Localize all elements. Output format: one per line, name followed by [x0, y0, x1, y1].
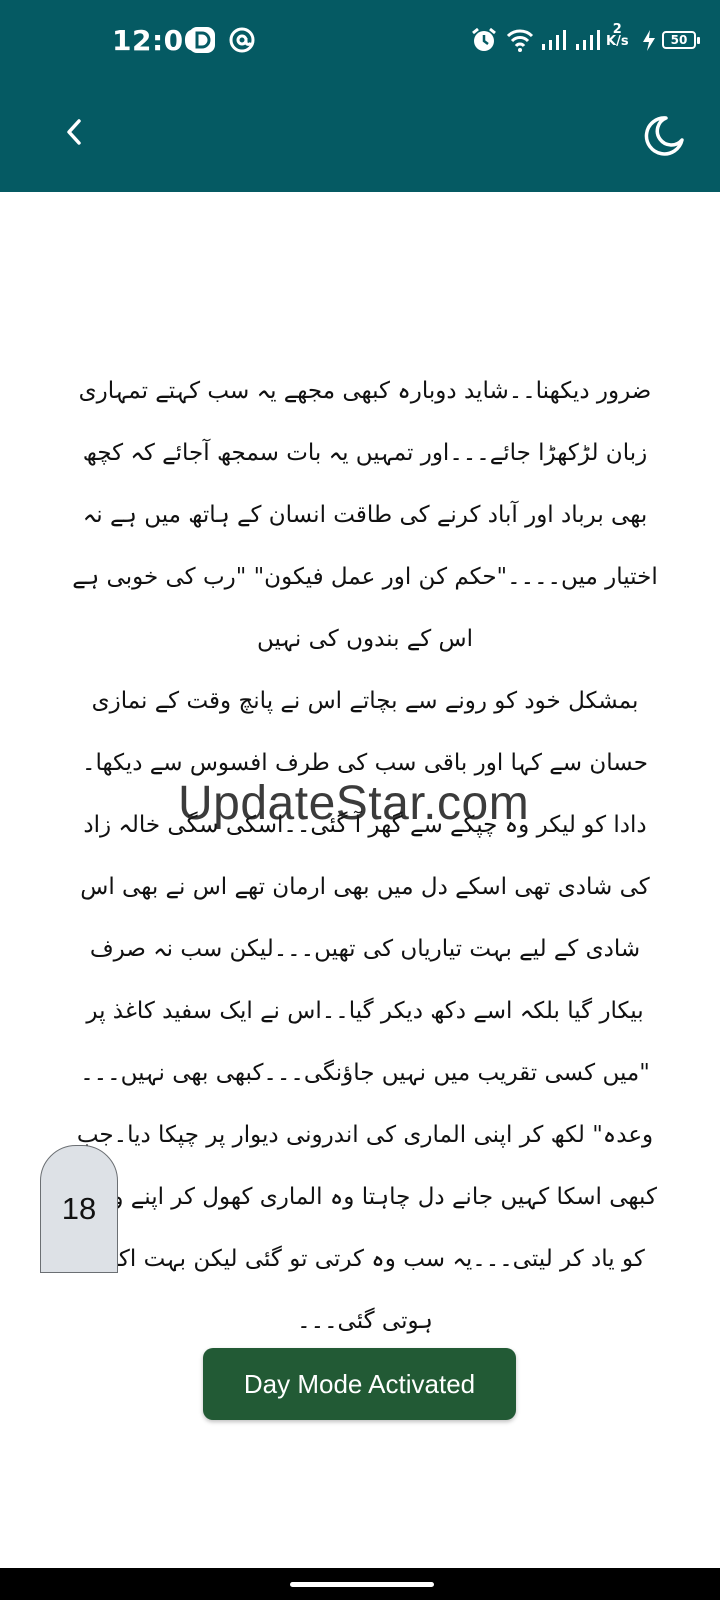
network-speed: 2 K/s: [606, 23, 629, 49]
toast-message: Day Mode Activated: [203, 1348, 516, 1420]
chapter-text: ضرور دیکھنا۔۔شاید دوبارہ کبھی مجھے یہ سب…: [70, 360, 660, 1352]
page-number-badge: 18: [40, 1145, 118, 1273]
signal-icon: [540, 26, 568, 54]
chevron-left-icon: [62, 116, 86, 152]
notification-d-icon: [188, 26, 216, 54]
signal-icon: [574, 26, 602, 54]
app-bar: [0, 82, 720, 192]
home-gesture-handle[interactable]: [290, 1582, 434, 1587]
moon-icon: [642, 114, 686, 162]
paragraph: دادا کو لیکر وہ چپکے سے گھر آ گئی۔۔اسکی …: [73, 812, 657, 1334]
paragraph: ضرور دیکھنا۔۔شاید دوبارہ کبھی مجھے یہ سب…: [72, 378, 658, 652]
charging-icon: [640, 26, 658, 54]
alarm-icon: [470, 26, 498, 54]
theme-toggle-button[interactable]: [636, 110, 692, 166]
wifi-icon: [506, 26, 534, 54]
watermark: UpdateStar.com: [178, 777, 530, 830]
network-speed-unit: K/s: [606, 34, 629, 49]
battery-icon: 50: [662, 31, 700, 49]
status-bar: 12:00 2 K/s 50: [0, 0, 720, 82]
notification-at-icon: [228, 26, 256, 54]
back-button[interactable]: [50, 110, 98, 158]
